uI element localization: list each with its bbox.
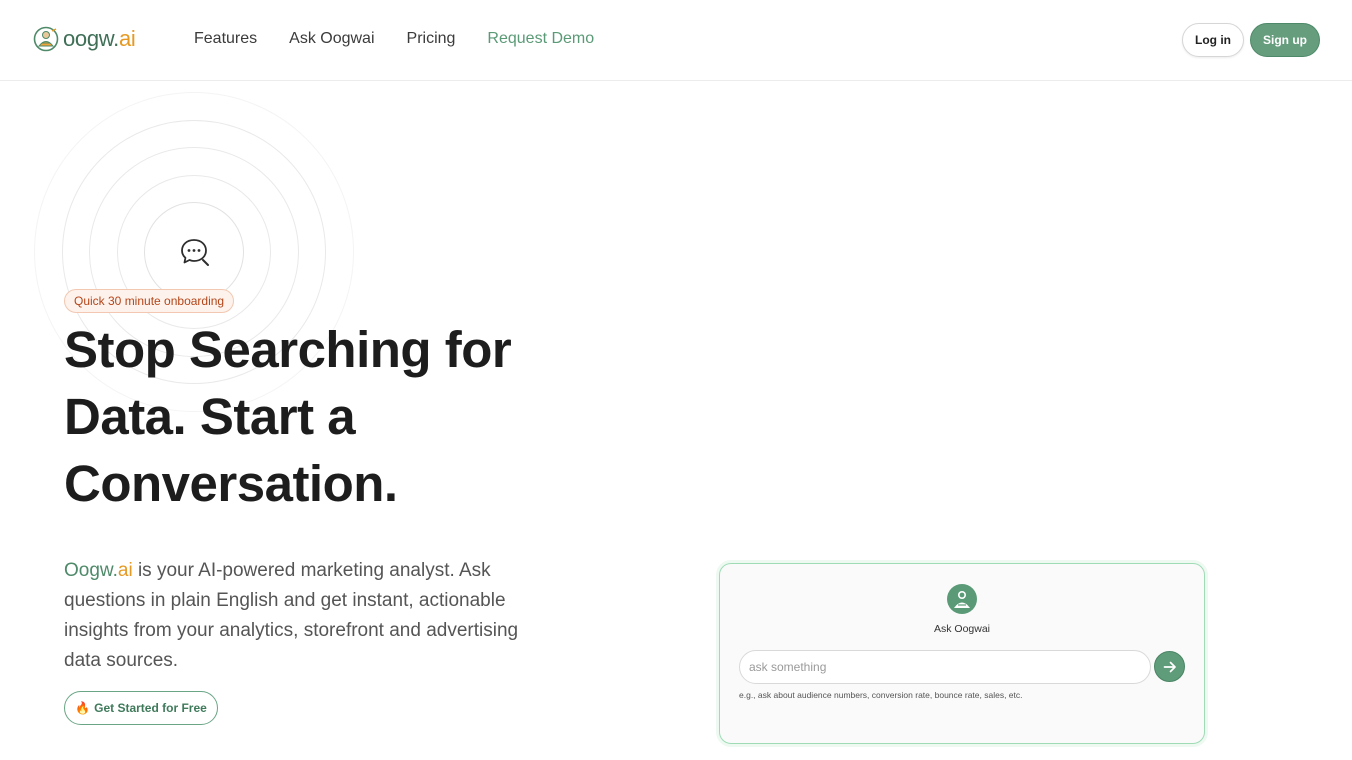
oogwai-logo-icon [33, 26, 59, 52]
nav-pricing[interactable]: Pricing [407, 30, 456, 48]
chat-bubble-search-icon [181, 239, 209, 266]
site-header: oogw.ai Features Ask Oogwai Pricing Requ… [0, 0, 1352, 81]
input-hint: e.g., ask about audience numbers, conver… [739, 690, 1023, 700]
onboarding-badge: Quick 30 minute onboarding [64, 289, 235, 313]
fire-icon: 🔥 [75, 701, 91, 715]
arrow-right-icon [1163, 661, 1176, 672]
nav-ask-oogwai[interactable]: Ask Oogwai [289, 30, 374, 48]
brand-name: Oogw.ai [64, 560, 133, 581]
nav-features[interactable]: Features [194, 30, 257, 48]
get-started-button[interactable]: 🔥 Get Started for Free [64, 691, 218, 725]
logo[interactable]: oogw.ai [33, 26, 136, 52]
logo-text: oogw.ai [63, 26, 136, 51]
hero-headline: Stop Searching for Data. Start a Convers… [64, 321, 512, 512]
login-button[interactable]: Log in [1182, 23, 1244, 57]
ask-input[interactable] [739, 650, 1151, 684]
hero-description: Oogw.ai is your AI-powered marketing ana… [64, 560, 519, 671]
ask-oogwai-card: Ask Oogwai e.g., ask about audience numb… [719, 563, 1205, 744]
send-button[interactable] [1154, 651, 1185, 682]
signup-button[interactable]: Sign up [1250, 23, 1320, 57]
oogwai-avatar-icon [947, 584, 977, 614]
nav-request-demo[interactable]: Request Demo [487, 30, 594, 48]
card-title: Ask Oogwai [933, 623, 991, 635]
main-nav: Features Ask Oogwai Pricing Request Demo [194, 30, 626, 48]
